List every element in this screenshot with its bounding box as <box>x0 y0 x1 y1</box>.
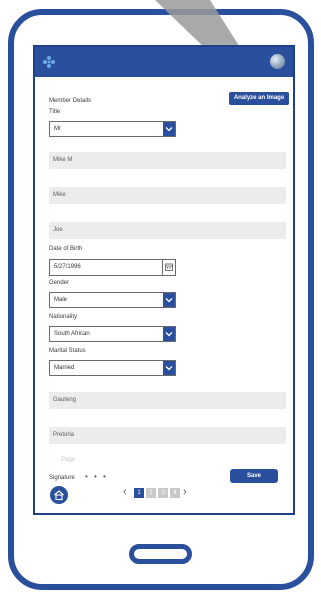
name-value: Mike M <box>53 157 73 163</box>
gender-label: Gender <box>49 280 70 286</box>
page-3[interactable]: 3 <box>158 488 168 498</box>
app-header <box>35 47 293 77</box>
city-field[interactable]: Pretoria <box>49 427 286 444</box>
marital-status-value: Married <box>54 365 75 371</box>
asterisk-logo-icon[interactable] <box>42 55 56 69</box>
chevron-down-icon[interactable] <box>163 361 175 375</box>
nationality-label: Nationality <box>49 314 78 320</box>
surname-value: Joe <box>53 227 63 233</box>
state-value: Gauteng <box>53 397 77 403</box>
first-name-field[interactable]: Mike <box>49 187 286 204</box>
title-value: Mr <box>54 126 61 132</box>
date-of-birth-picker[interactable]: 5/27/1996 <box>49 259 176 276</box>
marital-status-dropdown[interactable]: Married <box>49 360 176 376</box>
gender-value: Male <box>54 297 68 303</box>
page-4[interactable]: 4 <box>170 488 180 498</box>
chevron-down-icon[interactable] <box>163 122 175 136</box>
dob-label: Date of Birth <box>49 246 83 252</box>
analyze-image-button[interactable]: Analyze an Image <box>229 92 289 105</box>
gender-dropdown[interactable]: Male <box>49 292 176 308</box>
section-title: Member Details <box>49 98 92 104</box>
nationality-value: South African <box>54 331 90 337</box>
signature-dots[interactable]: • • • <box>85 472 108 481</box>
next-page-button[interactable]: › <box>183 485 187 499</box>
city-value: Pretoria <box>53 432 75 438</box>
prev-page-button[interactable]: ‹ <box>123 485 127 499</box>
phone-home-button[interactable] <box>129 544 192 564</box>
chevron-down-icon[interactable] <box>163 327 175 341</box>
page-1[interactable]: 1 <box>134 488 144 498</box>
nationality-dropdown[interactable]: South African <box>49 326 176 342</box>
title-dropdown[interactable]: Mr <box>49 121 176 137</box>
dob-value: 5/27/1996 <box>54 264 81 270</box>
first-name-value: Mike <box>53 192 66 198</box>
calendar-icon[interactable] <box>162 260 175 275</box>
chevron-down-icon[interactable] <box>163 293 175 307</box>
surname-field[interactable]: Joe <box>49 222 286 239</box>
home-icon[interactable] <box>50 486 68 504</box>
name-field[interactable]: Mike M <box>49 152 286 169</box>
avatar[interactable] <box>270 54 285 69</box>
app-screen: Analyze an Image Member Details Title Mr… <box>33 45 295 515</box>
signature-label: Signature <box>49 475 75 481</box>
marital-status-label: Marital Status <box>49 348 86 354</box>
save-button[interactable]: Save <box>230 469 278 483</box>
faded-label: Page <box>61 457 76 463</box>
state-field[interactable]: Gauteng <box>49 392 286 409</box>
page-2[interactable]: 2 <box>146 488 156 498</box>
title-label: Title <box>49 109 61 115</box>
